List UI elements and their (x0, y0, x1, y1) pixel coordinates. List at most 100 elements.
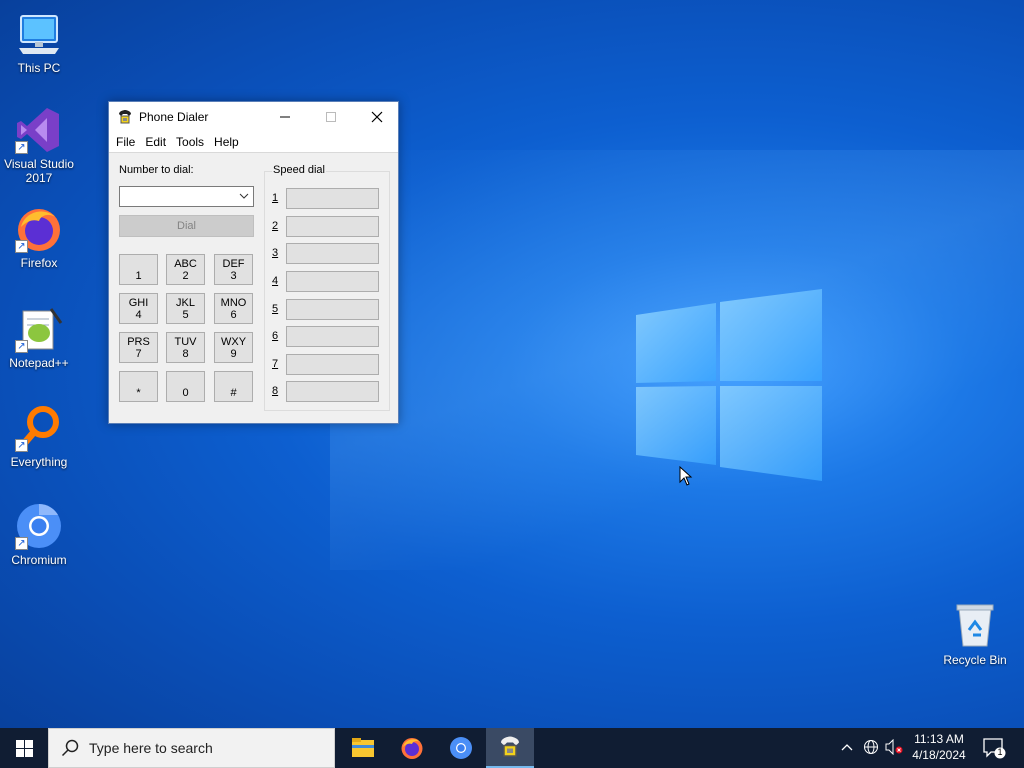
desktop-icon-visual-studio[interactable]: ↗ Visual Studio 2017 (1, 106, 77, 185)
shortcut-arrow-icon: ↗ (15, 340, 28, 353)
action-center-button[interactable]: 1 (982, 736, 1006, 760)
volume-muted-icon[interactable] (885, 738, 903, 756)
everything-search-icon: ↗ (15, 404, 63, 452)
clock-time: 11:13 AM (914, 732, 964, 746)
windows-logo-wallpaper (636, 289, 822, 481)
desktop-icon-label: Recycle Bin (943, 653, 1007, 667)
key-letters: GHI (128, 296, 149, 309)
taskbar-firefox[interactable] (388, 728, 436, 768)
menu-tools[interactable]: Tools (171, 135, 209, 149)
key-letters: TUV (174, 335, 197, 348)
keypad-key-star[interactable]: * (119, 371, 158, 402)
phone-dialer-icon (119, 109, 131, 123)
key-digit: 7 (135, 347, 142, 360)
desktop-icon-label: Everything (10, 455, 68, 469)
taskbar-file-explorer[interactable] (339, 728, 387, 768)
keypad-key-6[interactable]: MNO 6 (214, 293, 253, 324)
key-letters: ABC (174, 257, 197, 270)
firefox-icon (401, 738, 423, 759)
desktop-icon-label: Notepad++ (9, 356, 69, 370)
desktop-icon-label: Chromium (11, 553, 67, 567)
show-hidden-icons-chevron-up-icon[interactable] (838, 738, 856, 756)
desktop-icon-everything[interactable]: ↗ Everything (1, 404, 77, 469)
chromium-icon: ↗ (15, 502, 63, 550)
desktop-icon-label: Firefox (20, 256, 58, 270)
key-letters: JKL (176, 296, 195, 309)
visual-studio-icon: ↗ (15, 106, 63, 154)
speed-dial-number: 4 (272, 275, 279, 287)
speed-dial-number: 8 (272, 385, 279, 397)
chevron-down-icon (239, 193, 249, 199)
title-bar[interactable]: Phone Dialer (109, 102, 398, 131)
menu-file[interactable]: File (111, 135, 140, 149)
desktop-icon-recycle-bin[interactable]: Recycle Bin (937, 602, 1013, 667)
key-digit: # (230, 386, 237, 399)
dial-button[interactable]: Dial (119, 215, 254, 237)
dialer-client-area: Number to dial: Dial 1 ABC 2 DEF 3 GHI 4 JK… (109, 153, 398, 423)
speed-dial-button-6[interactable] (286, 326, 379, 347)
menu-help[interactable]: Help (209, 135, 244, 149)
speed-dial-number: 6 (272, 330, 279, 342)
windows-start-icon (15, 739, 33, 757)
menu-edit[interactable]: Edit (140, 135, 171, 149)
taskbar-clock[interactable]: 11:13 AM 4/18/2024 (905, 731, 973, 763)
shortcut-arrow-icon: ↗ (15, 141, 28, 154)
key-letters: MNO (220, 296, 247, 309)
keypad-key-hash[interactable]: # (214, 371, 253, 402)
shortcut-arrow-icon: ↗ (15, 240, 28, 253)
speed-dial-title: Speed dial (272, 164, 326, 176)
speed-dial-button-5[interactable] (286, 299, 379, 320)
speed-dial-button-3[interactable] (286, 243, 379, 264)
speed-dial-button-4[interactable] (286, 271, 379, 292)
keypad-key-9[interactable]: WXY 9 (214, 332, 253, 363)
window-title: Phone Dialer (139, 109, 209, 124)
speed-dial-number: 2 (272, 220, 279, 232)
speed-dial-button-2[interactable] (286, 216, 379, 237)
keypad-key-1[interactable]: 1 (119, 254, 158, 285)
desktop-icon-chromium[interactable]: ↗ Chromium (1, 502, 77, 567)
keypad-key-5[interactable]: JKL 5 (166, 293, 205, 324)
keypad-key-3[interactable]: DEF 3 (214, 254, 253, 285)
chromium-icon (450, 737, 472, 759)
taskbar-search-box[interactable]: Type here to search (48, 728, 335, 768)
keypad-key-8[interactable]: TUV 8 (166, 332, 205, 363)
phone-dialer-window: Phone Dialer File Edit Tools Help Number… (108, 101, 399, 424)
keypad-key-4[interactable]: GHI 4 (119, 293, 158, 324)
keypad-key-7[interactable]: PRS 7 (119, 332, 158, 363)
maximize-icon (326, 111, 336, 122)
taskbar-phone-dialer[interactable] (486, 728, 534, 768)
key-digit: 4 (135, 308, 142, 321)
speed-dial-button-7[interactable] (286, 354, 379, 375)
desktop-icon-notepad-plus-plus[interactable]: ↗ Notepad++ (1, 305, 77, 370)
speed-dial-button-8[interactable] (286, 381, 379, 402)
speed-dial-button-1[interactable] (286, 188, 379, 209)
speed-dial-number: 7 (272, 358, 279, 370)
desktop-icon-firefox[interactable]: ↗ Firefox (1, 205, 77, 270)
maximize-button[interactable] (308, 102, 354, 131)
speed-dial-number: 5 (272, 303, 279, 315)
minimize-button[interactable] (262, 102, 308, 131)
key-letters (167, 375, 204, 387)
number-to-dial-combobox[interactable] (119, 186, 254, 207)
key-digit: * (136, 386, 141, 399)
network-globe-icon[interactable] (862, 738, 880, 756)
start-button[interactable] (0, 728, 48, 768)
firefox-icon: ↗ (15, 205, 63, 253)
speed-dial-number: 1 (272, 192, 279, 204)
key-digit: 2 (182, 269, 189, 282)
key-digit: 1 (135, 269, 142, 282)
desktop-icon-label: This PC (17, 61, 61, 75)
notepad-plus-plus-icon: ↗ (15, 305, 63, 353)
keypad-key-2[interactable]: ABC 2 (166, 254, 205, 285)
key-digit: 6 (230, 308, 237, 321)
search-icon (61, 739, 79, 757)
taskbar-chromium[interactable] (437, 728, 485, 768)
key-digit: 8 (182, 347, 189, 360)
keypad-key-0[interactable]: 0 (166, 371, 205, 402)
menu-bar: File Edit Tools Help (109, 131, 398, 153)
desktop-icon-this-pc[interactable]: This PC (1, 10, 77, 75)
key-digit: 9 (230, 347, 237, 360)
number-to-dial-value (120, 191, 123, 203)
close-button[interactable] (354, 102, 400, 131)
recycle-bin-icon (951, 602, 999, 650)
